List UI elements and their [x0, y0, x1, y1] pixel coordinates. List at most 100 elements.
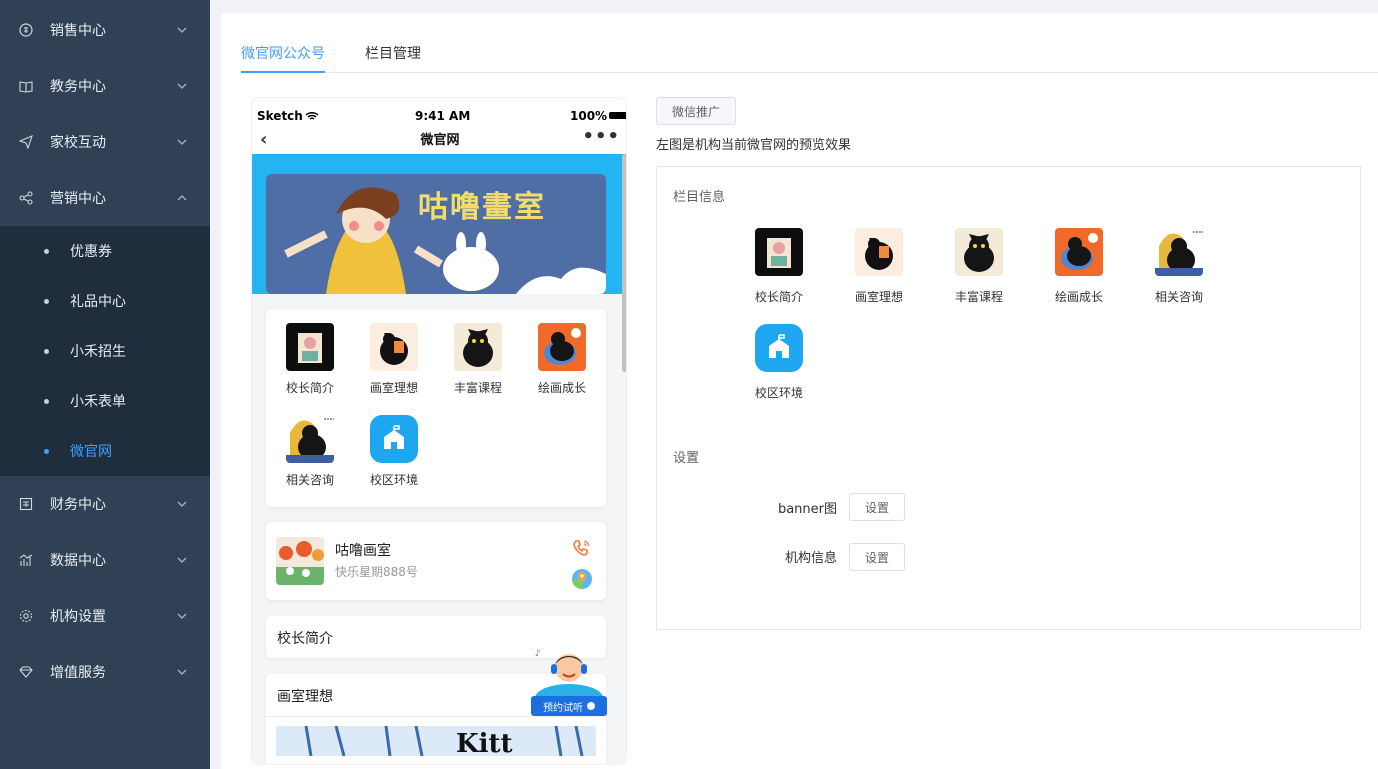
menu-label: 数据中心: [50, 553, 106, 569]
menu-label: 机构设置: [50, 609, 106, 625]
settings-title: 设置: [673, 451, 700, 466]
rgrid-item-consult[interactable]: 相关咨询: [1155, 228, 1215, 305]
sub-item-label: 礼品中心: [70, 294, 126, 310]
grid-label: 画室理想: [369, 381, 418, 395]
section-title: 校长简介: [277, 631, 333, 647]
store-address: 快乐星期888号: [335, 565, 418, 579]
carrier-label: Sketch: [257, 109, 319, 123]
chevron-down-icon: [177, 501, 187, 507]
phone-preview: Sketch 9:41 AM 100% ‹ 微官网 ••• 咕噜畫室 校长简介 …: [251, 97, 627, 765]
bullet-icon: [44, 298, 49, 304]
grid-label: 丰富课程: [955, 290, 1004, 304]
book-icon: [18, 78, 34, 94]
store-info-card[interactable]: 咕噜画室 快乐星期888号: [266, 522, 606, 600]
grid-label: 校长简介: [755, 290, 804, 304]
wechat-promote-button[interactable]: 微信推广: [656, 97, 736, 125]
grid-item-growth[interactable]: 绘画成长: [532, 323, 592, 396]
bullet-icon: [44, 248, 49, 254]
bullet-icon: [44, 448, 49, 454]
dollar-circle-icon: [18, 22, 34, 38]
menu-marketing[interactable]: 营销中心: [0, 170, 210, 226]
rgrid-item-principal[interactable]: 校长简介: [755, 228, 815, 305]
chart-icon: [18, 552, 34, 568]
sub-item-enroll[interactable]: 小禾招生: [0, 326, 210, 376]
book-trial-button[interactable]: 预约试听: [531, 696, 607, 716]
cat-consult-thumb-icon: [1155, 228, 1203, 276]
cat-courses-thumb-icon: [454, 323, 502, 371]
section-ideal-image: Kitt: [276, 726, 596, 756]
banner-title: 咕噜畫室: [418, 190, 546, 225]
grid-item-ideal[interactable]: 画室理想: [364, 323, 424, 396]
school-building-icon: [755, 324, 803, 372]
menu-finance[interactable]: 财务中心: [0, 476, 210, 532]
location-pin-icon[interactable]: [571, 568, 593, 590]
chevron-down-icon: [177, 557, 187, 563]
svg-text:Kitt: Kitt: [456, 729, 513, 756]
book-trial-fab[interactable]: ♪ 预约试听: [531, 646, 607, 716]
gear-icon: [18, 608, 34, 624]
cat-growth-thumb-icon: [1055, 228, 1103, 276]
diamond-icon: [18, 664, 34, 680]
sub-item-coupon[interactable]: 优惠券: [0, 226, 210, 276]
section-title: 画室理想: [277, 689, 333, 705]
more-dots-icon[interactable]: •••: [582, 126, 620, 147]
cat-painting-thumb-icon: [855, 228, 903, 276]
menu-value-added[interactable]: 增值服务: [0, 644, 210, 700]
fab-label: 预约试听: [543, 702, 583, 714]
grid-label: 丰富课程: [453, 381, 502, 395]
menu-data[interactable]: 数据中心: [0, 532, 210, 588]
grid-label: 相关咨询: [1155, 290, 1204, 304]
grid-item-courses[interactable]: 丰富课程: [448, 323, 508, 396]
cat-consult-thumb-icon: [286, 415, 334, 463]
phone-nav-title: 微官网: [420, 133, 460, 148]
sub-item-gift[interactable]: 礼品中心: [0, 276, 210, 326]
menu-label: 增值服务: [50, 665, 106, 681]
chevron-down-icon: [177, 613, 187, 619]
org-info-setting-button[interactable]: 设置: [849, 543, 905, 571]
sub-item-microsite[interactable]: 微官网: [0, 426, 210, 476]
menu-label: 销售中心: [50, 23, 106, 39]
column-grid-card: 校长简介 画室理想 丰富课程 绘画成长 相关咨询 校区环境: [266, 309, 606, 507]
phone-scrollbar[interactable]: [622, 154, 626, 372]
grid-label: 校区环境: [755, 386, 804, 400]
cat-painting-thumb-icon: [370, 323, 418, 371]
menu-settings[interactable]: 机构设置: [0, 588, 210, 644]
chevron-down-icon: [177, 27, 187, 33]
rgrid-item-ideal[interactable]: 画室理想: [855, 228, 915, 305]
grid-item-campus[interactable]: 校区环境: [364, 415, 424, 488]
grid-label: 校区环境: [369, 473, 418, 487]
menu-label: 营销中心: [50, 191, 106, 207]
banner-image[interactable]: 咕噜畫室: [266, 174, 606, 294]
phone-call-icon[interactable]: [572, 538, 592, 558]
rgrid-item-campus[interactable]: 校区环境: [755, 324, 815, 401]
column-info-panel: 栏目信息 校长简介 画室理想 丰富课程 绘画成长 相关咨询 校区环境 设置 ba…: [656, 166, 1361, 630]
school-building-icon: [370, 415, 418, 463]
play-circle-icon: [587, 702, 595, 710]
status-bar: Sketch 9:41 AM 100%: [252, 106, 626, 124]
grid-label: 校长简介: [285, 381, 334, 395]
share-icon: [18, 190, 34, 206]
top-divider: [210, 0, 1378, 6]
sub-item-form[interactable]: 小禾表单: [0, 376, 210, 426]
menu-home-school[interactable]: 家校互动: [0, 114, 210, 170]
tab-column-management[interactable]: 栏目管理: [365, 36, 421, 72]
grid-label: 绘画成长: [1055, 290, 1104, 304]
banner-setting-button[interactable]: 设置: [849, 493, 905, 521]
grid-item-consult[interactable]: 相关咨询: [280, 415, 340, 488]
bullet-icon: [44, 398, 49, 404]
principal-thumb-icon: [286, 323, 334, 371]
sub-item-label: 微官网: [70, 444, 112, 460]
grid-item-principal[interactable]: 校长简介: [280, 323, 340, 396]
chevron-up-icon: [177, 195, 187, 201]
bullet-icon: [44, 348, 49, 354]
menu-label: 财务中心: [50, 497, 106, 513]
grid-label: 画室理想: [855, 290, 904, 304]
battery-label: 100%: [570, 109, 626, 123]
rgrid-item-growth[interactable]: 绘画成长: [1055, 228, 1115, 305]
principal-thumb-icon: [755, 228, 803, 276]
cat-courses-thumb-icon: [955, 228, 1003, 276]
tab-microsite-wechat[interactable]: 微官网公众号: [241, 36, 325, 73]
menu-academic[interactable]: 教务中心: [0, 58, 210, 114]
rgrid-item-courses[interactable]: 丰富课程: [955, 228, 1015, 305]
menu-sales[interactable]: 销售中心: [0, 2, 210, 58]
